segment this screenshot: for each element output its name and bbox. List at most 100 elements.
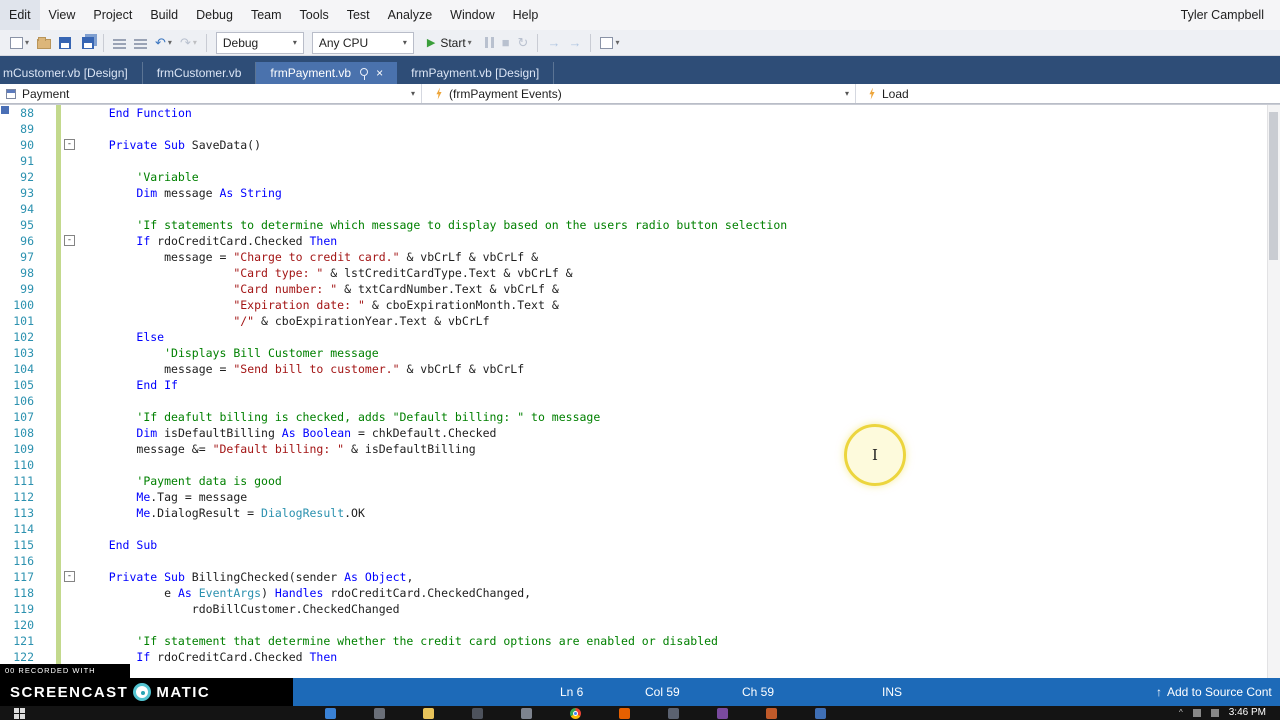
line-number[interactable]: 121 bbox=[0, 633, 40, 649]
comment-button[interactable] bbox=[110, 32, 129, 54]
stop-button[interactable]: ■ bbox=[499, 32, 513, 54]
step-over-button[interactable]: → bbox=[565, 32, 584, 54]
code-line-105[interactable]: 105 End If bbox=[0, 377, 1280, 393]
line-number[interactable]: 120 bbox=[0, 617, 40, 633]
code-line-104[interactable]: 104 message = "Send bill to customer." &… bbox=[0, 361, 1280, 377]
signed-in-user[interactable]: Tyler Campbell bbox=[1181, 8, 1280, 22]
splitter-handle-icon[interactable] bbox=[1, 106, 9, 114]
menu-help[interactable]: Help bbox=[504, 0, 548, 30]
line-number[interactable]: 104 bbox=[0, 361, 40, 377]
code-editor[interactable]: 88 End Function 89 90 - Private Sub SaveDat… bbox=[0, 104, 1280, 678]
line-number[interactable]: 97 bbox=[0, 249, 40, 265]
start-button[interactable] bbox=[14, 708, 25, 719]
code-line-88[interactable]: 88 End Function bbox=[0, 105, 1280, 121]
line-number[interactable]: 101 bbox=[0, 313, 40, 329]
tab-frmpayment-vb-design-[interactable]: frmPayment.vb [Design] bbox=[397, 62, 555, 84]
code-line-115[interactable]: 115 End Sub bbox=[0, 537, 1280, 553]
line-number[interactable]: 119 bbox=[0, 601, 40, 617]
code-line-95[interactable]: 95 'If statements to determine which mes… bbox=[0, 217, 1280, 233]
app-slate-icon[interactable] bbox=[668, 708, 679, 719]
code-line-117[interactable]: 117 - Private Sub BillingChecked(sender A… bbox=[0, 569, 1280, 585]
line-number[interactable]: 106 bbox=[0, 393, 40, 409]
code-line-94[interactable]: 94 bbox=[0, 201, 1280, 217]
step-into-button[interactable]: → bbox=[544, 32, 563, 54]
menu-team[interactable]: Team bbox=[242, 0, 291, 30]
line-number[interactable]: 116 bbox=[0, 553, 40, 569]
menu-test[interactable]: Test bbox=[338, 0, 379, 30]
code-line-91[interactable]: 91 bbox=[0, 153, 1280, 169]
code-line-97[interactable]: 97 message = "Charge to credit card." & … bbox=[0, 249, 1280, 265]
line-number[interactable]: 115 bbox=[0, 537, 40, 553]
app-blue-icon[interactable] bbox=[815, 708, 826, 719]
solution-configuration-dropdown[interactable]: Debug ▾ bbox=[215, 31, 304, 54]
menu-analyze[interactable]: Analyze bbox=[379, 0, 441, 30]
code-line-114[interactable]: 114 bbox=[0, 521, 1280, 537]
code-line-122[interactable]: 122 If rdoCreditCard.Checked Then bbox=[0, 649, 1280, 665]
code-line-98[interactable]: 98 "Card type: " & lstCreditCardType.Tex… bbox=[0, 265, 1280, 281]
save-all-button[interactable] bbox=[76, 32, 97, 54]
tray-expand-icon[interactable]: ^ bbox=[1179, 708, 1183, 717]
line-number[interactable]: 93 bbox=[0, 185, 40, 201]
menu-window[interactable]: Window bbox=[441, 0, 503, 30]
line-number[interactable]: 122 bbox=[0, 649, 40, 665]
code-line-111[interactable]: 111 'Payment data is good bbox=[0, 473, 1280, 489]
code-line-99[interactable]: 99 "Card number: " & txtCardNumber.Text … bbox=[0, 281, 1280, 297]
class-dropdown[interactable]: Payment ▾ bbox=[0, 84, 422, 103]
fold-toggle-icon[interactable]: - bbox=[64, 139, 75, 150]
close-icon[interactable]: × bbox=[376, 67, 383, 79]
menu-debug[interactable]: Debug bbox=[187, 0, 242, 30]
code-line-89[interactable]: 89 bbox=[0, 121, 1280, 137]
app-orange-icon[interactable] bbox=[766, 708, 777, 719]
code-line-110[interactable]: 110 bbox=[0, 457, 1280, 473]
visual-studio-icon[interactable] bbox=[717, 708, 728, 719]
code-line-108[interactable]: 108 Dim isDefaultBilling As Boolean = ch… bbox=[0, 425, 1280, 441]
code-line-109[interactable]: 109 message &= "Default billing: " & isD… bbox=[0, 441, 1280, 457]
code-line-92[interactable]: 92 'Variable bbox=[0, 169, 1280, 185]
pause-button[interactable] bbox=[482, 32, 497, 54]
add-item-button[interactable]: ▾ bbox=[7, 32, 32, 54]
code-line-96[interactable]: 96 - If rdoCreditCard.Checked Then bbox=[0, 233, 1280, 249]
line-number[interactable]: 111 bbox=[0, 473, 40, 489]
tab-mcustomer-vb-design-[interactable]: mCustomer.vb [Design] bbox=[0, 62, 143, 84]
line-number[interactable]: 118 bbox=[0, 585, 40, 601]
line-number[interactable]: 114 bbox=[0, 521, 40, 537]
more-tools-button[interactable]: ▾ bbox=[597, 32, 622, 54]
code-line-112[interactable]: 112 Me.Tag = message bbox=[0, 489, 1280, 505]
add-to-source-control-button[interactable]: ↑ Add to Source Cont bbox=[1156, 678, 1280, 706]
clock[interactable]: 3:46 PM bbox=[1229, 707, 1266, 718]
fold-toggle-icon[interactable]: - bbox=[64, 571, 75, 582]
line-number[interactable]: 95 bbox=[0, 217, 40, 233]
menu-edit[interactable]: Edit bbox=[0, 0, 40, 30]
line-number[interactable]: 100 bbox=[0, 297, 40, 313]
code-line-119[interactable]: 119 rdoBillCustomer.CheckedChanged bbox=[0, 601, 1280, 617]
code-line-116[interactable]: 116 bbox=[0, 553, 1280, 569]
uncomment-button[interactable] bbox=[131, 32, 150, 54]
line-number[interactable]: 108 bbox=[0, 425, 40, 441]
line-number[interactable]: 102 bbox=[0, 329, 40, 345]
start-debugging-button[interactable]: ▶ Start ▾ bbox=[421, 32, 478, 54]
line-number[interactable]: 117 bbox=[0, 569, 40, 585]
code-line-120[interactable]: 120 bbox=[0, 617, 1280, 633]
app-steel-icon[interactable] bbox=[521, 708, 532, 719]
line-number[interactable]: 90 bbox=[0, 137, 40, 153]
restart-button[interactable]: ↻ bbox=[515, 32, 532, 54]
code-line-93[interactable]: 93 Dim message As String bbox=[0, 185, 1280, 201]
scrollbar-thumb[interactable] bbox=[1269, 112, 1278, 260]
line-number[interactable]: 92 bbox=[0, 169, 40, 185]
redo-button[interactable]: ↷ ▾ bbox=[177, 32, 200, 54]
menu-tools[interactable]: Tools bbox=[291, 0, 338, 30]
line-number[interactable]: 96 bbox=[0, 233, 40, 249]
tray-app-icon[interactable] bbox=[1210, 708, 1219, 717]
code-line-102[interactable]: 102 Else bbox=[0, 329, 1280, 345]
code-line-107[interactable]: 107 'If deafult billing is checked, adds… bbox=[0, 409, 1280, 425]
line-number[interactable]: 112 bbox=[0, 489, 40, 505]
edge-icon[interactable] bbox=[325, 708, 336, 719]
app-gray-icon[interactable] bbox=[374, 708, 385, 719]
line-number[interactable]: 91 bbox=[0, 153, 40, 169]
save-button[interactable] bbox=[56, 32, 74, 54]
line-number[interactable]: 94 bbox=[0, 201, 40, 217]
line-number[interactable]: 107 bbox=[0, 409, 40, 425]
undo-button[interactable]: ↶ ▾ bbox=[152, 32, 175, 54]
vertical-scrollbar[interactable] bbox=[1267, 105, 1280, 678]
open-file-button[interactable] bbox=[34, 32, 54, 54]
